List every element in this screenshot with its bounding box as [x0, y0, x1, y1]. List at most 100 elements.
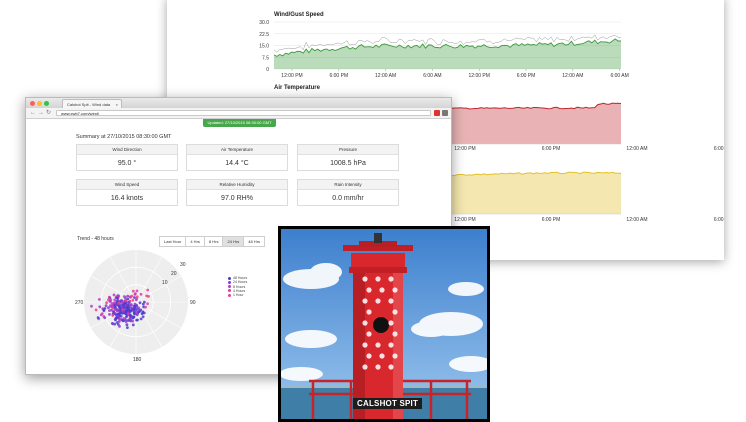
buoy-vent-hole	[388, 342, 394, 348]
wind-point	[119, 314, 123, 318]
wind-point	[133, 293, 137, 296]
updated-badge: Updated: 27/10/2015 08:30:00 GMT	[203, 119, 276, 127]
wind-point	[133, 305, 137, 309]
forward-arrow-icon[interactable]: →	[38, 109, 44, 117]
wind-point	[135, 289, 139, 293]
wind-point	[119, 311, 122, 314]
wind-point	[145, 294, 149, 298]
third-x-tick: 12:00 AM	[626, 217, 647, 223]
wind-point	[126, 326, 129, 329]
temp-x-tick: 6:00 AM	[714, 146, 724, 152]
wind-point	[103, 316, 107, 320]
wind-point	[131, 316, 135, 320]
browser-tab[interactable]: Calshot Spit - Wind data ×	[62, 99, 122, 108]
range-button-last-hour[interactable]: Last Hour	[159, 236, 187, 247]
temp-x-tick: 12:00 AM	[626, 146, 647, 152]
wind-point	[125, 315, 128, 319]
third-x-tick: 12:00 PM	[454, 217, 475, 223]
wind-point	[130, 306, 133, 310]
wind-x-tick: 12:00 PM	[281, 73, 302, 79]
range-button-24hrs[interactable]: 24 Hrs	[222, 236, 245, 247]
wind-point	[144, 305, 147, 309]
browser-titlebar: Calshot Spit - Wind data ×	[26, 98, 451, 108]
wind-point	[125, 306, 129, 310]
card-relative-humidity: Relative Humidity 97.0 RH%	[186, 179, 288, 206]
close-window-button[interactable]	[30, 101, 35, 106]
buoy-vent-hole	[362, 342, 368, 348]
wind-point	[131, 319, 135, 323]
url-text: www.xwb7.com/wind/	[61, 111, 100, 116]
card-value: 0.0 mm/hr	[332, 195, 364, 202]
legend-dot	[228, 285, 231, 289]
legend-dot	[228, 280, 231, 284]
wind-point	[108, 296, 112, 300]
wind-point	[126, 294, 130, 298]
wind-point	[136, 318, 139, 322]
wind-point	[110, 305, 113, 309]
wind-point	[116, 296, 119, 300]
wind-point	[124, 303, 128, 307]
card-value: 97.0 RH%	[221, 195, 253, 202]
minimize-window-button[interactable]	[37, 101, 42, 106]
wind-point	[133, 296, 136, 299]
card-label: Relative Humidity	[187, 180, 287, 190]
close-tab-icon[interactable]: ×	[116, 100, 118, 108]
card-rain-intensity: Rain Intensity 0.0 mm/hr	[297, 179, 399, 206]
card-air-temperature: Air Temperature 14.4 °C	[186, 144, 288, 171]
wind-point	[114, 318, 117, 322]
wind-x-tick: 12:00 AM	[562, 73, 583, 79]
card-value: 95.0 °	[117, 160, 137, 167]
wind-point	[98, 298, 101, 301]
address-bar[interactable]: www.xwb7.com/wind/	[56, 110, 431, 116]
wind-point	[111, 322, 115, 326]
buoy-vent-hole	[379, 287, 385, 293]
wind-point	[129, 314, 133, 318]
buoy-vent-hole	[366, 309, 372, 315]
wind-point	[130, 294, 134, 298]
card-pressure: Pressure 1008.5 hPa	[297, 144, 399, 171]
wind-point	[141, 315, 145, 319]
wind-y-tick: 0	[266, 67, 269, 73]
menu-icon[interactable]	[442, 110, 448, 116]
polar-label: 90	[190, 300, 196, 306]
wind-point	[138, 301, 142, 305]
wind-point	[112, 301, 116, 305]
card-label: Rain Intensity	[298, 180, 398, 190]
buoy-vent-hole	[375, 364, 381, 370]
buoy-vent-hole	[362, 364, 368, 370]
wind-point	[126, 312, 130, 316]
wind-point	[113, 298, 117, 302]
wind-point	[131, 298, 135, 302]
wind-point	[121, 319, 125, 323]
buoy-vent-hole	[392, 331, 398, 337]
photo-image	[281, 229, 487, 419]
buoy-vent-hole	[366, 353, 372, 359]
wind-point	[141, 310, 145, 314]
range-button-48hrs[interactable]: 48 Hrs	[243, 236, 266, 247]
maximize-window-button[interactable]	[44, 101, 49, 106]
range-button-8hrs[interactable]: 8 Hrs	[203, 236, 224, 247]
buoy-vent-hole	[392, 353, 398, 359]
wind-point	[116, 299, 120, 302]
card-label: Pressure	[298, 145, 398, 155]
wind-point	[104, 304, 108, 308]
legend-dot	[228, 293, 231, 297]
range-button-4hrs[interactable]: 4 Hrs	[185, 236, 205, 247]
wind-point	[121, 308, 124, 311]
legend-label: 1 Hour	[233, 293, 244, 298]
buoy-photo: CALSHOT SPIT	[278, 226, 490, 422]
extension-icon[interactable]	[434, 110, 440, 116]
wind-point	[129, 303, 133, 306]
wind-x-tick: 12:00 PM	[469, 73, 490, 79]
reload-icon[interactable]: ↻	[46, 109, 51, 117]
wind-y-tick: 30.0	[259, 20, 269, 26]
card-wind-direction: Wind Direction 95.0 °	[76, 144, 178, 171]
card-value: 16.4 knots	[110, 195, 144, 202]
wind-point	[129, 309, 132, 313]
polar-label: 30	[180, 262, 186, 268]
buoy-vent-hole	[388, 298, 394, 304]
legend-item[interactable]: 1 Hour	[228, 293, 247, 297]
buoy-vent-hole	[392, 287, 398, 293]
back-arrow-icon[interactable]: ←	[30, 109, 36, 117]
wind-point	[135, 295, 139, 299]
